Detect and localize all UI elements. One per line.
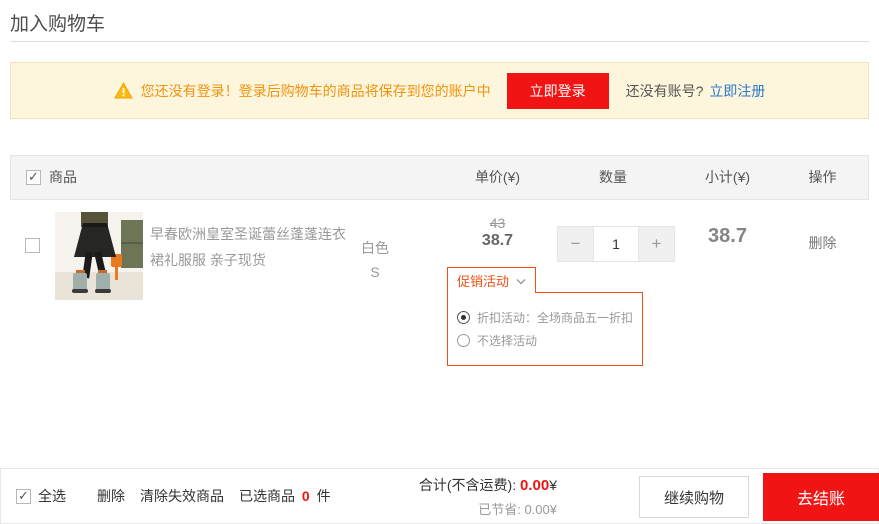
quantity-minus-button[interactable]: − [557, 226, 594, 262]
quantity-input[interactable] [594, 226, 638, 262]
cart-footer: 全选 删除 清除失效商品 已选商品 0 件 合计(不含运费): 0.00¥ 已节… [0, 468, 879, 524]
row-subtotal: 38.7 [680, 225, 775, 248]
clear-invalid-link[interactable]: 清除失效商品 [140, 486, 224, 506]
product-color: 白色 [340, 236, 410, 260]
login-button[interactable]: 立即登录 [507, 73, 609, 109]
header-quantity: 数量 [555, 156, 671, 199]
promo-dropdown-toggle[interactable]: 促销活动 [447, 267, 536, 293]
checkout-button[interactable]: 去结账 [763, 473, 879, 521]
quantity-plus-button[interactable]: + [638, 226, 675, 262]
cart-page: 加入购物车 您还没有登录！登录后购物车的商品将保存到您的账户中 立即登录 还没有… [0, 0, 879, 524]
page-title: 加入购物车 [10, 9, 105, 36]
product-variant: 白色 S [340, 236, 410, 284]
warning-triangle-icon [114, 82, 133, 99]
promo-option-label: 折扣活动：全场商品五一折扣 [477, 309, 633, 326]
register-link[interactable]: 立即注册 [709, 81, 765, 101]
totals-block: 合计(不含运费): 0.00¥ 已节省: 0.00¥ [419, 475, 557, 518]
total-line: 合计(不含运费): 0.00¥ [419, 475, 557, 495]
selected-prefix: 已选商品 [239, 488, 295, 504]
total-label: 合计(不含运费): [419, 477, 516, 493]
current-price: 38.7 [430, 232, 565, 250]
header-action: 操作 [800, 156, 845, 199]
selected-count-text: 已选商品 0 件 [239, 486, 331, 506]
select-all-label[interactable]: 全选 [38, 486, 66, 506]
promo-option-none[interactable]: 不选择活动 [457, 329, 642, 352]
chevron-down-icon [516, 273, 526, 288]
header-unit-price: 单价(¥) [430, 156, 565, 199]
saved-label: 已节省: [478, 502, 521, 517]
unit-price-cell: 43 38.7 [430, 215, 565, 250]
total-currency: ¥ [549, 477, 557, 493]
footer-delete-link[interactable]: 删除 [97, 486, 125, 506]
select-all-checkbox[interactable] [16, 489, 31, 504]
select-all-header-checkbox[interactable] [26, 170, 41, 185]
row-delete-link[interactable]: 删除 [800, 233, 845, 253]
promo-label: 促销活动 [457, 271, 509, 290]
header-product: 商品 [49, 156, 77, 199]
cart-table: 商品 单价(¥) 数量 小计(¥) 操作 [10, 155, 869, 313]
row-checkbox[interactable] [25, 238, 40, 253]
cart-row: 早春欧洲皇室圣诞蕾丝蓬蓬连衣裙礼服服 亲子现货 白色 S 43 38.7 − +… [10, 200, 869, 313]
footer-left-actions: 全选 删除 清除失效商品 已选商品 0 件 [16, 469, 331, 523]
selected-count: 0 [302, 488, 310, 504]
promo-dropdown-panel: 折扣活动：全场商品五一折扣 不选择活动 [447, 292, 643, 366]
product-name[interactable]: 早春欧洲皇室圣诞蕾丝蓬蓬连衣裙礼服服 亲子现货 [150, 221, 346, 273]
product-size: S [340, 260, 410, 284]
cart-table-header: 商品 单价(¥) 数量 小计(¥) 操作 [10, 155, 869, 200]
title-divider [10, 41, 869, 42]
header-subtotal: 小计(¥) [680, 156, 775, 199]
saved-currency: ¥ [550, 502, 557, 517]
promo-option-label: 不选择活动 [477, 332, 537, 349]
selected-suffix: 件 [317, 488, 331, 504]
no-account-text: 还没有账号? [626, 81, 704, 101]
login-warning-banner: 您还没有登录！登录后购物车的商品将保存到您的账户中 立即登录 还没有账号? 立即… [10, 62, 869, 119]
radio-unselected-icon[interactable] [457, 334, 470, 347]
quantity-stepper: − + [557, 226, 675, 262]
total-value: 0.00 [520, 477, 549, 494]
banner-message: 您还没有登录！登录后购物车的商品将保存到您的账户中 [141, 81, 491, 101]
original-price: 43 [430, 215, 565, 231]
promo-option-discount[interactable]: 折扣活动：全场商品五一折扣 [457, 306, 642, 329]
saved-line: 已节省: 0.00¥ [419, 499, 557, 518]
saved-value: 0.00 [524, 502, 549, 517]
continue-shopping-button[interactable]: 继续购物 [639, 476, 749, 518]
radio-selected-icon[interactable] [457, 311, 470, 324]
product-image[interactable] [55, 212, 143, 300]
